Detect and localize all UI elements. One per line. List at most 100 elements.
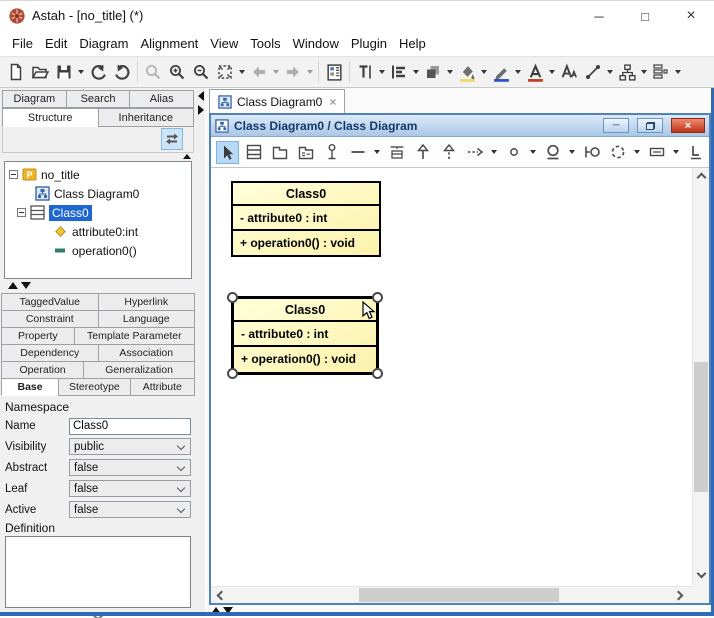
splitter-up-icon[interactable]: [8, 282, 18, 289]
package-tool[interactable]: [268, 141, 291, 164]
interface-tool[interactable]: [541, 141, 564, 164]
new-file-button[interactable]: [4, 60, 28, 84]
visibility-select[interactable]: public: [69, 438, 191, 455]
realization-tool[interactable]: [437, 141, 460, 164]
zoom-out-button[interactable]: [189, 60, 213, 84]
align-tool-button[interactable]: [387, 60, 411, 84]
tree-splitter[interactable]: [0, 279, 196, 292]
ptab-dependency[interactable]: Dependency: [1, 344, 99, 362]
maximize-button[interactable]: □: [622, 1, 668, 31]
diagram-manager-button[interactable]: [322, 60, 346, 84]
splitter-collapse-left-icon[interactable]: [198, 91, 204, 101]
uml-class-node[interactable]: Class0 - attribute0 : int + operation0()…: [231, 181, 381, 257]
frame-close-button[interactable]: ×: [671, 118, 705, 133]
collapse-up-icon[interactable]: [183, 154, 191, 159]
save-dropdown-icon[interactable]: [78, 70, 84, 74]
ptab-generalization[interactable]: Generalization: [83, 361, 195, 379]
panel-splitter[interactable]: [196, 88, 205, 612]
ptab-operation[interactable]: Operation: [1, 361, 84, 379]
tab-alias[interactable]: Alias: [129, 90, 194, 108]
text-tool-button[interactable]: [353, 60, 377, 84]
resize-handle[interactable]: [227, 292, 238, 303]
interface-dropdown-icon[interactable]: [569, 150, 575, 154]
menu-plugin[interactable]: Plugin: [345, 32, 393, 54]
menu-view[interactable]: View: [204, 32, 244, 54]
ptab-association[interactable]: Association: [98, 344, 196, 362]
frame-restore-button[interactable]: [637, 118, 663, 133]
tree-item-project[interactable]: P no_title: [5, 165, 191, 184]
ptab-taggedvalue[interactable]: TaggedValue: [1, 293, 99, 311]
association-class-tool[interactable]: [385, 141, 408, 164]
splitter-down-icon[interactable]: [21, 282, 31, 289]
undo-button[interactable]: [86, 60, 110, 84]
class-tool[interactable]: [242, 141, 265, 164]
connector-button[interactable]: [581, 60, 605, 84]
dependency-dropdown-icon[interactable]: [491, 150, 497, 154]
collapse-expander-icon[interactable]: [17, 208, 26, 217]
tab-close-icon[interactable]: ×: [329, 95, 336, 109]
menu-tools[interactable]: Tools: [244, 32, 286, 54]
tab-inheritance[interactable]: Inheritance: [98, 108, 195, 127]
font-color-button[interactable]: [523, 60, 547, 84]
line-color-dropdown-icon[interactable]: [515, 70, 521, 74]
horizontal-scrollbar[interactable]: [211, 586, 692, 603]
tree-item-attribute[interactable]: attribute0:int: [5, 222, 191, 241]
minimize-button[interactable]: ─: [576, 1, 622, 31]
line-tool[interactable]: [346, 141, 369, 164]
zoom-reset-button[interactable]: [141, 60, 165, 84]
tree-item-class[interactable]: Class0: [5, 203, 191, 222]
ptab-attribute[interactable]: Attribute: [130, 378, 195, 396]
ptab-constraint[interactable]: Constraint: [1, 310, 99, 328]
leaf-select[interactable]: false: [69, 480, 191, 497]
collapse-expander-icon[interactable]: [9, 170, 18, 179]
fill-color-dropdown-icon[interactable]: [481, 70, 487, 74]
save-button[interactable]: [52, 60, 76, 84]
corner-tool[interactable]: [684, 141, 707, 164]
forward-dropdown-icon[interactable]: [307, 70, 313, 74]
diagram-frame-titlebar[interactable]: Class Diagram0 / Class Diagram ─ ×: [211, 115, 709, 137]
menu-file[interactable]: File: [6, 32, 39, 54]
scroll-left-button[interactable]: [214, 587, 230, 603]
tab-diagram[interactable]: Diagram: [2, 90, 67, 108]
abstract-select[interactable]: false: [69, 459, 191, 476]
font-color-dropdown-icon[interactable]: [549, 70, 555, 74]
pin-tool[interactable]: [320, 141, 343, 164]
splitter-collapse-right-icon[interactable]: [198, 105, 204, 115]
fit-view-dropdown-icon[interactable]: [239, 70, 245, 74]
line-color-button[interactable]: [489, 60, 513, 84]
subsystem-tool[interactable]: [294, 141, 317, 164]
note-tool[interactable]: [645, 141, 668, 164]
ptab-template-parameter[interactable]: Template Parameter: [74, 327, 195, 345]
ptab-hyperlink[interactable]: Hyperlink: [98, 293, 196, 311]
document-tab-class-diagram0[interactable]: Class Diagram0 ×: [209, 89, 345, 113]
close-button[interactable]: ×: [668, 1, 714, 31]
scroll-right-button[interactable]: [675, 587, 691, 603]
ptab-stereotype[interactable]: Stereotype: [58, 378, 131, 396]
layers-button[interactable]: [421, 60, 445, 84]
note-dropdown-icon[interactable]: [673, 150, 679, 154]
diagram-canvas[interactable]: Class0 - attribute0 : int + operation0()…: [211, 168, 709, 603]
sync-with-diagram-button[interactable]: [161, 128, 183, 150]
name-input[interactable]: [69, 418, 191, 435]
ptab-base[interactable]: Base: [1, 378, 59, 396]
open-file-button[interactable]: [28, 60, 52, 84]
text-tool-dropdown-icon[interactable]: [379, 70, 385, 74]
vertical-scrollbar[interactable]: [692, 168, 709, 586]
ptab-language[interactable]: Language: [98, 310, 196, 328]
scroll-down-button[interactable]: [693, 570, 709, 586]
menu-alignment[interactable]: Alignment: [134, 32, 204, 54]
small-circle-tool[interactable]: [502, 141, 525, 164]
menu-window[interactable]: Window: [287, 32, 345, 54]
frame-minimize-button[interactable]: ─: [603, 118, 629, 133]
line-tool-dropdown-icon[interactable]: [374, 150, 380, 154]
redo-button[interactable]: [110, 60, 134, 84]
ball-socket-tool[interactable]: [580, 141, 603, 164]
forward-button[interactable]: [281, 60, 305, 84]
tree-item-operation[interactable]: operation0(): [5, 241, 191, 260]
fill-color-button[interactable]: [455, 60, 479, 84]
usage-circle-dropdown-icon[interactable]: [634, 150, 640, 154]
zoom-in-button[interactable]: [165, 60, 189, 84]
back-dropdown-icon[interactable]: [273, 70, 279, 74]
resize-handle[interactable]: [227, 368, 238, 379]
font-size-button[interactable]: [557, 60, 581, 84]
